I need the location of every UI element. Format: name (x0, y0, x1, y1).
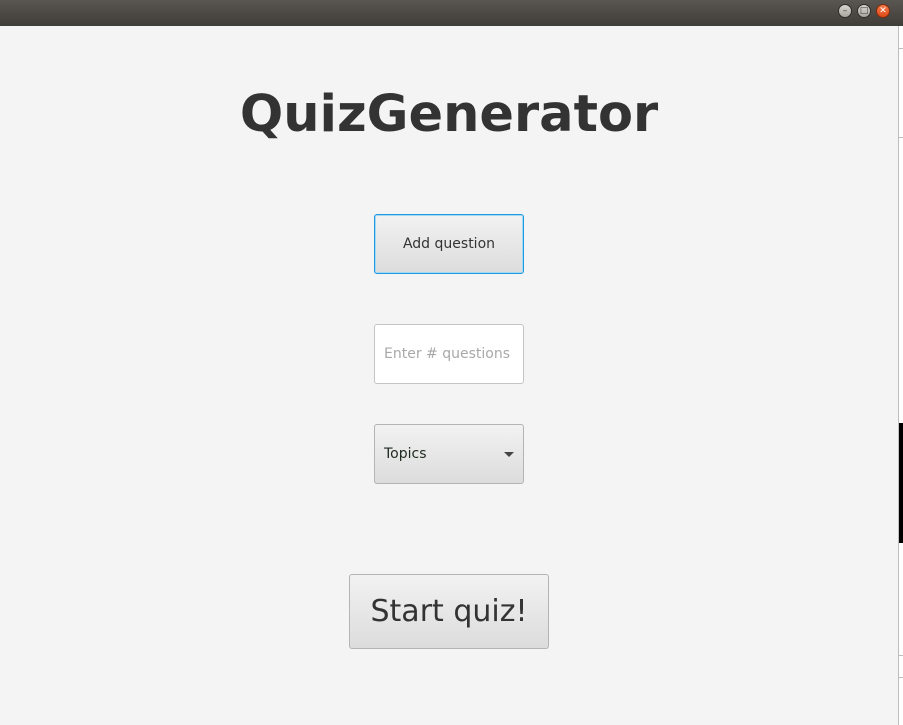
edge-divider (898, 48, 903, 49)
window-titlebar: – □ ✕ (0, 0, 903, 26)
edge-dark-strip (899, 423, 903, 543)
maximize-icon[interactable]: □ (857, 4, 871, 18)
add-question-button[interactable]: Add question (374, 214, 524, 274)
num-questions-input[interactable] (374, 324, 524, 384)
edge-divider (898, 677, 903, 678)
topics-selected-label: Topics (384, 446, 427, 462)
start-quiz-button[interactable]: Start quiz! (349, 574, 549, 649)
chevron-down-icon (504, 452, 514, 457)
close-icon[interactable]: ✕ (876, 4, 890, 18)
page-title: QuizGenerator (239, 85, 659, 144)
edge-divider (898, 655, 903, 656)
topics-dropdown[interactable]: Topics (374, 424, 524, 484)
edge-divider (898, 137, 903, 138)
window-right-edge (898, 26, 903, 725)
minimize-icon[interactable]: – (838, 4, 852, 18)
